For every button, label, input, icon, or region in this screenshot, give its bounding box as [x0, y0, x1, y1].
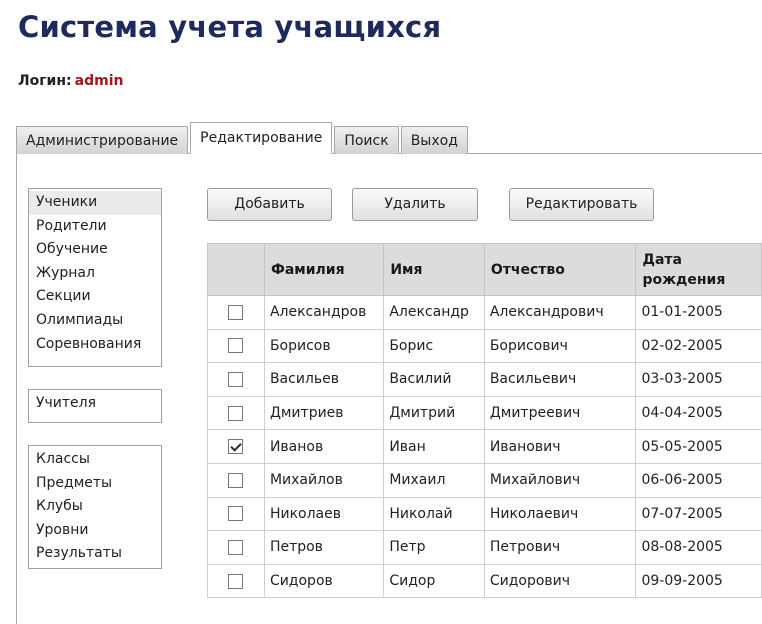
- table-body: Александров Александр Александрович 01-01-2…: [207, 295, 762, 599]
- nav-item-parents[interactable]: Родители: [29, 215, 161, 239]
- login-label: Логин:: [18, 73, 72, 89]
- row-select-checkbox[interactable]: [228, 405, 244, 421]
- table-row[interactable]: Иванов Иван Иванович 05-05-2005: [207, 429, 762, 464]
- first-name-cell: Сидор: [383, 563, 485, 599]
- last-name-cell: Иванов: [263, 429, 385, 464]
- last-name-cell: Васильев: [263, 362, 385, 397]
- edit-button[interactable]: Редактировать: [509, 188, 654, 221]
- main-tabs: Администрирование Редактирование Поиск В…: [16, 121, 470, 154]
- table-row[interactable]: Сидоров Сидор Сидорович 09-09-2005: [207, 563, 762, 599]
- nav-item-competitions[interactable]: Соревнования: [29, 333, 161, 357]
- nav-item-students[interactable]: Ученики: [29, 191, 161, 215]
- table-row[interactable]: Васильев Василий Васильевич 03-03-2005: [207, 362, 762, 397]
- last-name-cell: Михайлов: [263, 462, 385, 498]
- row-select-checkbox[interactable]: [228, 371, 244, 387]
- nav-item-teachers[interactable]: Учителя: [29, 392, 161, 416]
- row-select-checkbox[interactable]: [228, 506, 244, 522]
- birth-date-cell: 09-09-2005: [635, 563, 762, 599]
- row-select-cell: [207, 563, 265, 599]
- column-header-first-name[interactable]: Имя: [383, 243, 485, 296]
- patronymic-cell: Иванович: [483, 429, 637, 464]
- nav-item-education[interactable]: Обучение: [29, 238, 161, 262]
- login-username: admin: [74, 73, 124, 89]
- table-header-row: Фамилия Имя Отчество Дата рождения: [207, 243, 762, 296]
- birth-date-cell: 02-02-2005: [635, 328, 762, 364]
- row-select-checkbox[interactable]: [228, 439, 244, 455]
- last-name-cell: Дмитриев: [263, 395, 385, 431]
- column-header-patronymic[interactable]: Отчество: [483, 243, 637, 296]
- students-table: Фамилия Имя Отчество Дата рождения Алекс…: [207, 243, 762, 599]
- nav-item-levels[interactable]: Уровни: [29, 519, 161, 543]
- birth-date-cell: 05-05-2005: [635, 429, 762, 464]
- patronymic-cell: Васильевич: [483, 362, 637, 397]
- column-header-last-name[interactable]: Фамилия: [263, 243, 385, 296]
- patronymic-cell: Борисович: [483, 328, 637, 364]
- patronymic-cell: Александрович: [483, 295, 637, 330]
- nav-item-results[interactable]: Результаты: [29, 542, 161, 566]
- row-select-checkbox[interactable]: [228, 539, 244, 555]
- row-select-cell: [207, 530, 265, 565]
- patronymic-cell: Николаевич: [483, 496, 637, 532]
- patronymic-cell: Михайлович: [483, 462, 637, 498]
- patronymic-cell: Дмитреевич: [483, 395, 637, 431]
- add-button[interactable]: Добавить: [207, 188, 332, 221]
- nav-item-classes[interactable]: Классы: [29, 448, 161, 472]
- first-name-cell: Борис: [383, 328, 485, 364]
- nav-list-teachers: Учителя: [28, 389, 162, 423]
- patronymic-cell: Петрович: [483, 530, 637, 565]
- nav-item-journal[interactable]: Журнал: [29, 262, 161, 286]
- last-name-cell: Борисов: [263, 328, 385, 364]
- table-row[interactable]: Петров Петр Петрович 08-08-2005: [207, 530, 762, 565]
- nav-list-classes: Классы Предметы Клубы Уровни Результаты: [28, 445, 162, 569]
- row-select-cell: [207, 362, 265, 397]
- tab-exit[interactable]: Выход: [400, 126, 468, 154]
- row-select-checkbox[interactable]: [228, 304, 244, 320]
- app-title: Система учета учащихся: [18, 10, 442, 44]
- last-name-cell: Петров: [263, 530, 385, 565]
- table-row[interactable]: Михайлов Михаил Михайлович 06-06-2005: [207, 462, 762, 498]
- first-name-cell: Александр: [383, 295, 485, 330]
- tab-editing[interactable]: Редактирование: [190, 122, 333, 154]
- delete-button[interactable]: Удалить: [352, 188, 478, 221]
- table-row[interactable]: Александров Александр Александрович 01-01-2…: [207, 295, 762, 330]
- birth-date-cell: 07-07-2005: [635, 496, 762, 532]
- first-name-cell: Николай: [383, 496, 485, 532]
- birth-date-cell: 03-03-2005: [635, 362, 762, 397]
- row-select-checkbox[interactable]: [228, 573, 244, 589]
- first-name-cell: Михаил: [383, 462, 485, 498]
- nav-item-olympiads[interactable]: Олимпиады: [29, 309, 161, 333]
- column-header-birth-date[interactable]: Дата рождения: [635, 243, 762, 296]
- patronymic-cell: Сидорович: [483, 563, 637, 599]
- tab-administration[interactable]: Администрирование: [16, 126, 189, 154]
- row-select-checkbox[interactable]: [228, 338, 244, 354]
- birth-date-cell: 06-06-2005: [635, 462, 762, 498]
- first-name-cell: Дмитрий: [383, 395, 485, 431]
- table-row[interactable]: Николаев Николай Николаевич 07-07-2005: [207, 496, 762, 532]
- last-name-cell: Николаев: [263, 496, 385, 532]
- nav-list-students: Ученики Родители Обучение Журнал Секции …: [28, 188, 162, 367]
- login-info: Логин: admin: [18, 73, 123, 89]
- nav-item-clubs[interactable]: Клубы: [29, 495, 161, 519]
- birth-date-cell: 01-01-2005: [635, 295, 762, 330]
- row-select-checkbox[interactable]: [228, 472, 244, 488]
- nav-item-sections[interactable]: Секции: [29, 285, 161, 309]
- first-name-cell: Иван: [383, 429, 485, 464]
- row-select-cell: [207, 328, 265, 364]
- nav-item-subjects[interactable]: Предметы: [29, 472, 161, 496]
- first-name-cell: Петр: [383, 530, 485, 565]
- row-select-cell: [207, 429, 265, 464]
- last-name-cell: Александров: [263, 295, 385, 330]
- last-name-cell: Сидоров: [263, 563, 385, 599]
- column-header-select: [207, 243, 265, 296]
- row-select-cell: [207, 295, 265, 330]
- row-select-cell: [207, 462, 265, 498]
- row-select-cell: [207, 395, 265, 431]
- tab-search[interactable]: Поиск: [334, 126, 399, 154]
- table-row[interactable]: Дмитриев Дмитрий Дмитреевич 04-04-2005: [207, 395, 762, 431]
- birth-date-cell: 04-04-2005: [635, 395, 762, 431]
- first-name-cell: Василий: [383, 362, 485, 397]
- row-select-cell: [207, 496, 265, 532]
- table-row[interactable]: Борисов Борис Борисович 02-02-2005: [207, 328, 762, 364]
- birth-date-cell: 08-08-2005: [635, 530, 762, 565]
